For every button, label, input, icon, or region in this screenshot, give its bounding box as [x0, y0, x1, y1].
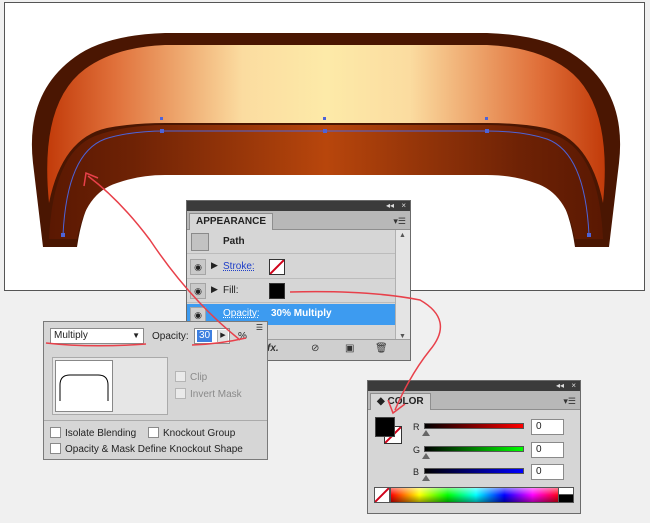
path-row[interactable]: Path: [187, 231, 397, 254]
collapse-icon[interactable]: ◂◂: [386, 201, 394, 211]
opacity-value: 30% Multiply: [271, 308, 332, 319]
b-label: B: [413, 467, 420, 477]
g-slider-handle[interactable]: [422, 453, 430, 459]
clear-appearance-icon[interactable]: ⊘: [311, 343, 319, 354]
opacity-input-value: 30: [197, 330, 213, 342]
eye-icon[interactable]: ◉: [190, 259, 206, 275]
appearance-scrollbar[interactable]: ▲ ▼: [395, 230, 410, 342]
tab-color-label: COLOR: [387, 396, 424, 407]
b-slider[interactable]: [424, 468, 524, 474]
stroke-none-swatch[interactable]: [269, 259, 285, 275]
tab-appearance[interactable]: APPEARANCE: [189, 213, 274, 230]
knockout-group-label: Knockout Group: [163, 428, 236, 439]
r-slider[interactable]: [424, 423, 524, 429]
close-icon[interactable]: ×: [401, 201, 406, 211]
ribbon-thumbnail-icon: [59, 374, 109, 401]
object-thumbnail[interactable]: [55, 360, 113, 412]
clip-label: Clip: [190, 372, 208, 383]
opacity-mask-knockout-label: Opacity & Mask Define Knockout Shape: [65, 444, 243, 455]
fx-icon[interactable]: fx.: [267, 343, 279, 354]
opacity-mask-knockout-checkbox[interactable]: [50, 443, 61, 454]
eye-icon[interactable]: ◉: [190, 283, 206, 299]
isolate-blending-label: Isolate Blending: [65, 428, 137, 439]
transparency-panel: Multiply ▼ Opacity: 30 ▶ % ☰ Clip Invert…: [43, 321, 268, 460]
fill-swatch-black[interactable]: [375, 417, 395, 437]
b-input[interactable]: 0: [531, 464, 564, 480]
isolate-blending-checkbox[interactable]: [50, 427, 61, 438]
color-panel: ◂◂ × ◆ COLOR ▾☰ R 0 G 0 B 0: [367, 380, 581, 514]
appearance-drag-bar[interactable]: ◂◂ ×: [187, 201, 410, 211]
stroke-label[interactable]: Stroke:: [223, 261, 255, 272]
color-drag-bar[interactable]: ◂◂ ×: [368, 381, 580, 391]
clip-checkbox[interactable]: [175, 371, 186, 382]
b-slider-handle[interactable]: [422, 475, 430, 481]
path-thumbnail: [191, 233, 209, 251]
g-label: G: [413, 445, 421, 455]
collapse-icon[interactable]: ◂◂: [556, 381, 564, 391]
blend-mode-value: Multiply: [54, 330, 88, 341]
r-slider-handle[interactable]: [422, 430, 430, 436]
close-icon[interactable]: ×: [571, 381, 576, 391]
panel-menu-icon[interactable]: ☰: [256, 323, 263, 332]
fill-row[interactable]: ◉ ▶ Fill:: [187, 280, 397, 303]
knockout-group-checkbox[interactable]: [148, 427, 159, 438]
none-color-icon[interactable]: [374, 487, 390, 503]
opacity-link[interactable]: Opacity:: [223, 308, 260, 319]
invert-mask-checkbox[interactable]: [175, 388, 186, 399]
color-tab-row: ◆ COLOR ▾☰: [368, 391, 580, 410]
opacity-label: Opacity:: [152, 331, 189, 342]
r-label: R: [413, 422, 420, 432]
thumbnail-area: [52, 357, 168, 415]
divider: [44, 420, 267, 421]
invert-mask-label: Invert Mask: [190, 389, 242, 400]
fill-swatch-black[interactable]: [269, 283, 285, 299]
g-slider[interactable]: [424, 446, 524, 452]
g-input[interactable]: 0: [531, 442, 564, 458]
color-spectrum[interactable]: [390, 487, 562, 503]
opacity-input[interactable]: 30 ▶: [194, 328, 230, 344]
panel-menu-icon[interactable]: ▾☰: [393, 216, 406, 227]
black-swatch[interactable]: [558, 494, 574, 503]
expand-triangle-icon[interactable]: ▶: [211, 284, 218, 295]
fill-label: Fill:: [223, 285, 239, 296]
percent-label: %: [238, 331, 247, 342]
appearance-tab-row: APPEARANCE ▾☰: [187, 211, 410, 230]
trash-icon[interactable]: 🗑: [375, 343, 388, 354]
tab-color[interactable]: ◆ COLOR: [370, 393, 431, 410]
duplicate-item-icon[interactable]: ▣: [345, 343, 354, 354]
stepper-arrow-icon[interactable]: ▶: [217, 330, 228, 342]
panel-menu-icon[interactable]: ▾☰: [563, 396, 576, 407]
scroll-up-icon[interactable]: ▲: [399, 232, 406, 239]
path-label: Path: [223, 236, 245, 247]
r-input[interactable]: 0: [531, 419, 564, 435]
chevron-down-icon[interactable]: ▼: [132, 329, 140, 343]
expand-triangle-icon[interactable]: ▶: [211, 260, 218, 271]
blend-mode-select[interactable]: Multiply ▼: [50, 328, 144, 344]
stroke-row[interactable]: ◉ ▶ Stroke:: [187, 256, 397, 279]
